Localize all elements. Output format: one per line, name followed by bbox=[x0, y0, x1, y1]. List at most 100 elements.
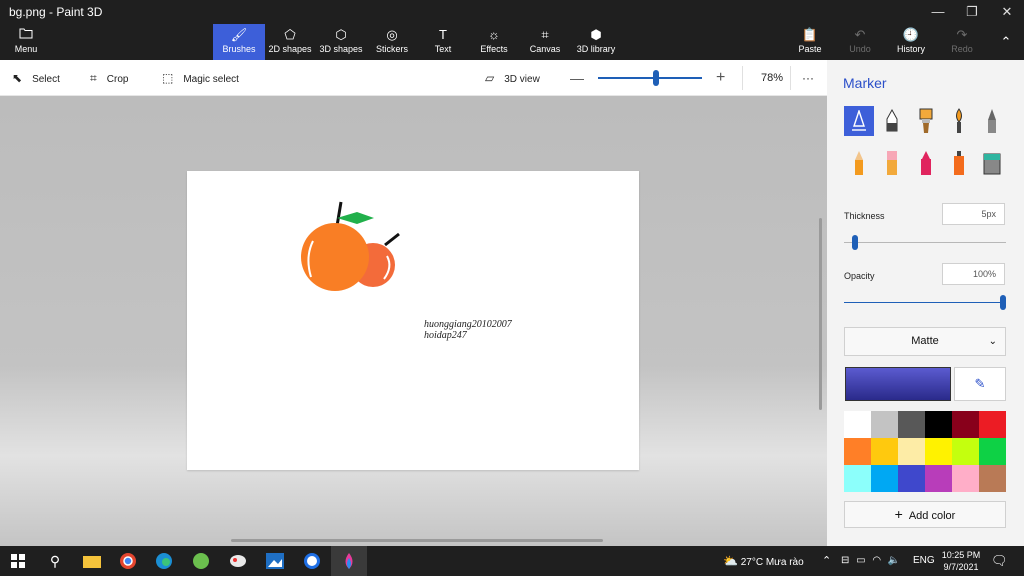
palette-swatch[interactable] bbox=[979, 438, 1006, 465]
menu-button[interactable]: Menu bbox=[10, 24, 42, 60]
palette-swatch[interactable] bbox=[844, 465, 871, 492]
palette-swatch[interactable] bbox=[844, 411, 871, 438]
maximize-icon[interactable]: ❐ bbox=[964, 4, 980, 20]
thickness-input[interactable]: 5px bbox=[942, 203, 1005, 225]
photos-icon[interactable] bbox=[257, 546, 293, 576]
opacity-slider[interactable] bbox=[844, 295, 1006, 310]
undo-button[interactable]: ↶ Undo bbox=[847, 24, 873, 60]
collapse-ribbon-button[interactable]: ⌃ bbox=[995, 24, 1017, 60]
undo-label: Undo bbox=[849, 44, 871, 54]
eraser-brush[interactable] bbox=[877, 148, 907, 178]
vertical-scrollbar[interactable] bbox=[819, 218, 822, 410]
canvas-paper[interactable]: huonggiang20102007 hoidap247 bbox=[187, 171, 639, 470]
tab-text[interactable]: T Text bbox=[424, 24, 462, 60]
divider bbox=[742, 66, 743, 90]
palette-swatch[interactable] bbox=[979, 465, 1006, 492]
pencil-brush[interactable] bbox=[844, 148, 874, 178]
notification-icon[interactable]: 🗨 bbox=[991, 546, 1008, 576]
palette-swatch[interactable] bbox=[898, 411, 925, 438]
zoom-out-icon[interactable]: — bbox=[570, 60, 584, 96]
chrome-icon[interactable] bbox=[110, 546, 146, 576]
wifi-icon[interactable]: ◠ bbox=[872, 555, 881, 566]
palette-swatch[interactable] bbox=[925, 438, 952, 465]
tab-effects[interactable]: ☼ Effects bbox=[476, 24, 512, 60]
clipboard-icon: 📋 bbox=[801, 27, 819, 42]
history-button[interactable]: 🕘 History bbox=[894, 24, 928, 60]
palette-swatch[interactable] bbox=[871, 465, 898, 492]
clock[interactable]: 10:25 PM 9/7/2021 bbox=[941, 549, 981, 576]
opacity-input[interactable]: 100% bbox=[942, 263, 1005, 285]
tray-chevron-up-icon[interactable]: ⌃ bbox=[822, 546, 831, 576]
palette-swatch[interactable] bbox=[925, 411, 952, 438]
paint-icon[interactable] bbox=[220, 546, 256, 576]
canvas-area[interactable]: huonggiang20102007 hoidap247 bbox=[0, 96, 827, 546]
palette-swatch[interactable] bbox=[871, 438, 898, 465]
oil-brush-icon bbox=[919, 108, 933, 133]
zoom-percent[interactable]: 78% bbox=[761, 60, 783, 96]
palette-swatch[interactable] bbox=[871, 411, 898, 438]
magic-select-button[interactable]: ⬚ Magic select bbox=[162, 60, 239, 96]
text-icon: T bbox=[439, 27, 447, 42]
palette-swatch[interactable] bbox=[898, 438, 925, 465]
fill-bucket-brush[interactable] bbox=[977, 148, 1007, 178]
finish-dropdown[interactable]: Matte ⌄ bbox=[844, 327, 1006, 356]
app-icon-green[interactable] bbox=[183, 546, 219, 576]
tab-stickers[interactable]: ◎ Stickers bbox=[370, 24, 414, 60]
crayon-brush[interactable] bbox=[911, 148, 941, 178]
paste-button[interactable]: 📋 Paste bbox=[795, 24, 825, 60]
volume-icon[interactable]: 🔈 bbox=[888, 555, 900, 566]
tab-canvas[interactable]: ⌗ Canvas bbox=[526, 24, 564, 60]
3d-view-label: 3D view bbox=[504, 74, 540, 85]
opacity-slider-thumb[interactable] bbox=[1000, 295, 1006, 310]
spray-can-brush[interactable] bbox=[944, 148, 974, 178]
zoom-in-icon[interactable]: + bbox=[716, 60, 725, 96]
zalo-icon[interactable] bbox=[294, 546, 330, 576]
palette-swatch[interactable] bbox=[952, 465, 979, 492]
calligraphy-pen-brush[interactable] bbox=[877, 106, 907, 136]
windows-start-icon[interactable] bbox=[0, 546, 36, 576]
3d-view-button[interactable]: ▱ 3D view bbox=[485, 60, 540, 96]
crop-button[interactable]: ⌗ Crop bbox=[90, 60, 128, 96]
language-indicator[interactable]: ENG bbox=[913, 546, 935, 576]
palette-swatch[interactable] bbox=[898, 465, 925, 492]
watercolor-brush[interactable] bbox=[944, 106, 974, 136]
thickness-slider[interactable] bbox=[844, 235, 1006, 250]
file-explorer-icon[interactable] bbox=[74, 546, 110, 576]
undo-icon: ↶ bbox=[854, 27, 866, 42]
minimize-icon[interactable]: — bbox=[930, 4, 946, 20]
oil-brush[interactable] bbox=[911, 106, 941, 136]
palette-swatch[interactable] bbox=[844, 438, 871, 465]
palette-swatch[interactable] bbox=[979, 411, 1006, 438]
palette-swatch[interactable] bbox=[952, 411, 979, 438]
search-icon[interactable]: ⚲ bbox=[37, 546, 73, 576]
redo-button[interactable]: ↷ Redo bbox=[949, 24, 975, 60]
tab-2d-shapes[interactable]: ⬠ 2D shapes bbox=[266, 24, 314, 60]
weather-widget[interactable]: ⛅ 27°C Mưa rào bbox=[723, 546, 804, 576]
pixel-pen-brush[interactable] bbox=[977, 106, 1007, 136]
2d-shapes-icon: ⬠ bbox=[284, 27, 296, 42]
zoom-slider[interactable] bbox=[598, 70, 702, 86]
paint-3d-icon[interactable] bbox=[331, 546, 367, 576]
select-button[interactable]: ⬉ Select bbox=[12, 60, 60, 96]
palette-swatch[interactable] bbox=[952, 438, 979, 465]
zoom-slider-thumb[interactable] bbox=[653, 70, 659, 86]
current-color-swatch[interactable] bbox=[845, 367, 951, 401]
thickness-slider-thumb[interactable] bbox=[852, 235, 858, 250]
battery-icon[interactable]: ▭ bbox=[856, 555, 865, 566]
tab-3d-shapes[interactable]: ⬡ 3D shapes bbox=[317, 24, 365, 60]
menu-label: Menu bbox=[14, 44, 38, 54]
tab-3d-library[interactable]: ⬢ 3D library bbox=[574, 24, 618, 60]
marker-brush[interactable] bbox=[844, 106, 874, 136]
tab-brushes[interactable]: 🖌 Brushes bbox=[213, 24, 265, 60]
eyedropper-button[interactable]: ✎ bbox=[954, 367, 1006, 401]
horizontal-scrollbar[interactable] bbox=[231, 539, 603, 542]
more-options-button[interactable]: ··· bbox=[802, 60, 814, 96]
finish-value: Matte bbox=[911, 335, 939, 347]
palette-swatch[interactable] bbox=[925, 465, 952, 492]
canvas-icon: ⌗ bbox=[541, 27, 549, 42]
network-icon[interactable]: ⊟ bbox=[841, 555, 849, 566]
edge-icon[interactable] bbox=[146, 546, 182, 576]
stem-left bbox=[335, 201, 343, 227]
close-icon[interactable]: ✕ bbox=[999, 4, 1015, 20]
add-color-button[interactable]: + Add color bbox=[844, 501, 1006, 528]
